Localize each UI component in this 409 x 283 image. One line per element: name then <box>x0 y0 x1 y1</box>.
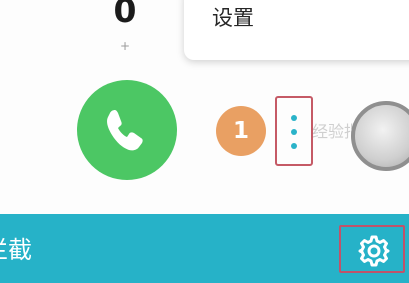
menu-item-settings[interactable]: 设置 <box>212 4 254 32</box>
call-button[interactable] <box>77 80 177 180</box>
more-dot <box>291 115 297 121</box>
more-dot <box>291 143 297 149</box>
dialpad-key-zero[interactable]: 0 <box>108 0 142 28</box>
dialpad-area: 0 + 设置 1 经验指南 <box>0 0 409 214</box>
bottom-bar: 拦截 <box>0 214 409 283</box>
gear-icon <box>358 235 390 267</box>
more-dot <box>291 129 297 135</box>
overflow-popup-menu: 设置 <box>184 0 409 60</box>
bar-title[interactable]: 拦截 <box>0 235 32 265</box>
phone-handset-icon <box>107 110 143 151</box>
settings-button[interactable] <box>339 225 405 273</box>
contact-avatar-button[interactable] <box>351 101 409 171</box>
sim-badge[interactable]: 1 <box>216 106 266 156</box>
more-options-button[interactable] <box>275 96 313 166</box>
dialpad-key-zero-sub-label: + <box>119 39 131 53</box>
